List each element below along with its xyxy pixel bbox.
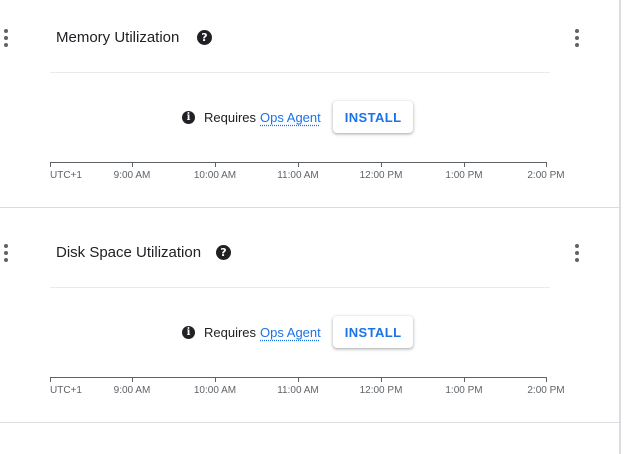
- install-button[interactable]: INSTALL: [332, 101, 414, 133]
- panel-right-border: [619, 0, 621, 454]
- card-title: Memory Utilization: [56, 29, 180, 46]
- title-divider: [50, 287, 550, 288]
- axis-tick: [464, 162, 465, 167]
- requires-ops-agent-notice: i Requires Ops Agent INSTALL: [182, 101, 414, 133]
- card-divider: [0, 207, 619, 208]
- requires-ops-agent-notice: i Requires Ops Agent INSTALL: [182, 316, 414, 348]
- drag-handle-icon[interactable]: [4, 244, 8, 262]
- axis-tick-label: 10:00 AM: [193, 170, 237, 181]
- more-options-icon[interactable]: [575, 244, 579, 262]
- axis-tick-label: 9:00 AM: [113, 385, 151, 396]
- ops-agent-link[interactable]: Ops Agent: [260, 110, 321, 125]
- axis-tick: [50, 162, 51, 167]
- axis-tick: [381, 162, 382, 167]
- card-title: Disk Space Utilization: [56, 244, 202, 261]
- card-divider: [0, 422, 619, 423]
- requires-text: Requires: [204, 109, 257, 125]
- axis-tick-label: 2:00 PM: [527, 385, 565, 396]
- time-axis: UTC+1 9:00 AM 10:00 AM 11:00 AM 12:00 PM…: [50, 377, 565, 407]
- axis-tick: [132, 377, 133, 382]
- axis-tick: [381, 377, 382, 382]
- axis-tick-label: 12:00 PM: [359, 385, 403, 396]
- memory-utilization-card: Memory Utilization ? i Requires Ops Agen…: [0, 0, 619, 207]
- info-icon: i: [182, 325, 195, 339]
- axis-tick: [50, 377, 51, 382]
- axis-tick-label: 10:00 AM: [193, 385, 237, 396]
- axis-tick: [215, 162, 216, 167]
- axis-tick: [464, 377, 465, 382]
- axis-tick: [546, 162, 547, 167]
- axis-tick-label: 12:00 PM: [359, 170, 403, 181]
- ops-agent-link[interactable]: Ops Agent: [260, 325, 321, 340]
- help-icon[interactable]: ?: [197, 30, 212, 45]
- axis-tick: [215, 377, 216, 382]
- help-icon[interactable]: ?: [216, 245, 231, 260]
- axis-tick-label: 11:00 AM: [277, 170, 319, 181]
- axis-tick-label: 1:00 PM: [445, 385, 483, 396]
- axis-tick: [546, 377, 547, 382]
- timezone-label: UTC+1: [50, 385, 82, 396]
- axis-tick: [298, 377, 299, 382]
- axis-tick: [132, 162, 133, 167]
- axis-tick-label: 9:00 AM: [113, 170, 151, 181]
- axis-tick-label: 2:00 PM: [527, 170, 565, 181]
- title-divider: [50, 72, 550, 73]
- axis-tick-label: 11:00 AM: [277, 385, 319, 396]
- axis-tick-label: 1:00 PM: [445, 170, 483, 181]
- time-axis: UTC+1 9:00 AM 10:00 AM 11:00 AM 12:00 PM…: [50, 162, 565, 192]
- timezone-label: UTC+1: [50, 170, 82, 181]
- axis-tick: [298, 162, 299, 167]
- install-button[interactable]: INSTALL: [332, 316, 414, 348]
- info-icon: i: [182, 110, 195, 124]
- drag-handle-icon[interactable]: [4, 29, 8, 47]
- requires-text: Requires: [204, 324, 257, 340]
- more-options-icon[interactable]: [575, 29, 579, 47]
- disk-space-utilization-card: Disk Space Utilization ? i Requires Ops …: [0, 215, 619, 422]
